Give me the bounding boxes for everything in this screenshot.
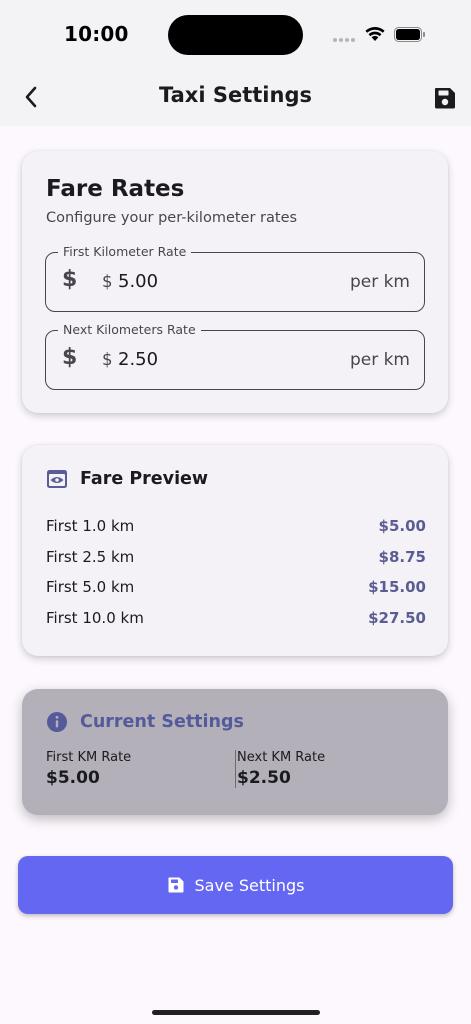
currency-prefix: $	[102, 272, 113, 291]
preview-distance-label: First 5.0 km	[46, 578, 135, 597]
first-km-rate-label: First Kilometer Rate	[58, 244, 192, 260]
fare-preview-list: First 1.0 km $5.00 First 2.5 km $8.75 Fi…	[46, 511, 426, 633]
floppy-disk-icon	[168, 877, 183, 893]
list-item: First 2.5 km $8.75	[46, 542, 426, 573]
current-next-km: Next KM Rate $2.50	[235, 750, 325, 788]
first-km-rate-field[interactable]: First Kilometer Rate $ $ 5.00 per km	[45, 244, 425, 312]
page-title: Taxi Settings	[159, 83, 312, 107]
save-settings-button[interactable]: Save Settings	[18, 856, 453, 914]
preview-fare-amount: $8.75	[378, 547, 426, 566]
preview-fare-amount: $5.00	[378, 517, 426, 536]
unit-suffix: per km	[349, 350, 410, 370]
status-time: 10:00	[64, 22, 129, 46]
home-indicator[interactable]	[152, 1010, 320, 1015]
cellular-signal-icon	[333, 38, 357, 44]
fare-preview-card: Fare Preview First 1.0 km $5.00 First 2.…	[22, 445, 448, 656]
fare-preview-title: Fare Preview	[80, 469, 209, 489]
list-item: First 1.0 km $5.00	[46, 511, 426, 542]
next-km-rate-field[interactable]: Next Kilometers Rate $ $ 2.50 per km	[45, 322, 425, 390]
current-settings-card: Current Settings First KM Rate $5.00 Nex…	[22, 689, 448, 815]
current-next-km-label: Next KM Rate	[237, 750, 326, 765]
currency-prefix: $	[102, 350, 113, 369]
info-circle-icon	[47, 712, 67, 732]
save-icon-button[interactable]	[430, 83, 460, 113]
next-km-rate-label: Next Kilometers Rate	[58, 322, 201, 338]
current-settings-header: Current Settings	[46, 711, 244, 733]
app-bar: Taxi Settings	[0, 70, 471, 126]
fare-rates-subtitle: Configure your per-kilometer rates	[46, 210, 298, 226]
current-first-km-value: $5.00	[46, 768, 100, 788]
preview-distance-label: First 10.0 km	[46, 608, 144, 627]
current-settings-title: Current Settings	[80, 712, 244, 732]
dollar-icon: $	[62, 267, 78, 292]
first-km-rate-input[interactable]: 5.00	[118, 271, 158, 292]
dynamic-island	[168, 15, 303, 55]
fare-rates-card: Fare Rates Configure your per-kilometer …	[22, 151, 448, 413]
preview-fare-amount: $15.00	[368, 578, 426, 597]
battery-icon	[394, 27, 425, 42]
eye-window-icon	[47, 470, 67, 488]
save-settings-label: Save Settings	[194, 875, 305, 895]
status-bar: 10:00	[0, 0, 471, 70]
fare-preview-header: Fare Preview	[46, 469, 208, 489]
next-km-rate-input[interactable]: 2.50	[118, 349, 158, 370]
current-next-km-value: $2.50	[237, 768, 291, 788]
preview-fare-amount: $27.50	[368, 608, 426, 627]
preview-distance-label: First 1.0 km	[46, 517, 135, 536]
preview-distance-label: First 2.5 km	[46, 547, 135, 566]
list-item: First 5.0 km $15.00	[46, 572, 426, 603]
unit-suffix: per km	[349, 272, 410, 292]
list-item: First 10.0 km $27.50	[46, 603, 426, 634]
wifi-icon	[365, 26, 385, 41]
dollar-icon: $	[62, 345, 78, 370]
current-first-km-label: First KM Rate	[46, 750, 132, 765]
current-first-km: First KM Rate $5.00	[46, 750, 131, 788]
fare-rates-title: Fare Rates	[46, 176, 185, 202]
